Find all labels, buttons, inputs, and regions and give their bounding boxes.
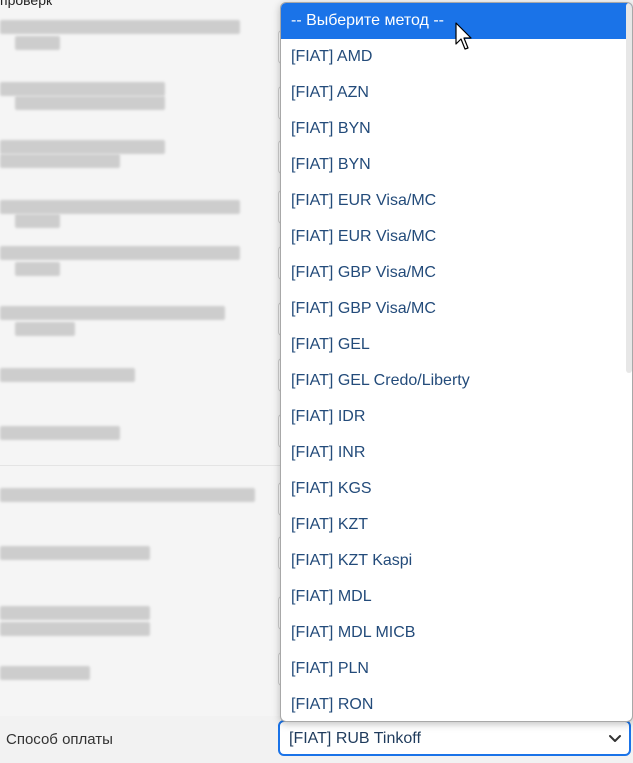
redacted-row (0, 366, 270, 402)
dropdown-option[interactable]: [FIAT] GEL Credo/Liberty (281, 363, 632, 399)
dropdown-option[interactable]: [FIAT] IDR (281, 399, 632, 435)
redacted-row (0, 486, 270, 522)
dropdown-option[interactable]: [FIAT] INR (281, 435, 632, 471)
dropdown-scrollbar[interactable] (626, 3, 632, 373)
redacted-row (0, 198, 270, 234)
redacted-row (0, 604, 270, 640)
dropdown-option[interactable]: [FIAT] KZT Kaspi (281, 543, 632, 579)
payment-method-dropdown[interactable]: -- Выберите метод -- [FIAT] AMD [FIAT] AZN… (280, 2, 633, 722)
dropdown-option[interactable]: [FIAT] AZN (281, 75, 632, 111)
dropdown-option[interactable]: [FIAT] RON (281, 687, 632, 721)
redacted-row (0, 244, 270, 280)
payment-method-label: Способ оплаты (6, 731, 113, 748)
dropdown-option[interactable]: [FIAT] KZT (281, 507, 632, 543)
dropdown-option[interactable]: [FIAT] PLN (281, 651, 632, 687)
redacted-row (0, 664, 270, 700)
redacted-row (0, 544, 270, 580)
chevron-down-icon (609, 735, 621, 742)
redacted-row (0, 80, 270, 116)
dropdown-option[interactable]: [FIAT] GBP Visa/MC (281, 291, 632, 327)
dropdown-option[interactable]: [FIAT] BYN (281, 147, 632, 183)
dropdown-option[interactable]: [FIAT] KGS (281, 471, 632, 507)
dropdown-option[interactable]: [FIAT] GBP Visa/MC (281, 255, 632, 291)
dropdown-option[interactable]: [FIAT] EUR Visa/MC (281, 219, 632, 255)
partial-label: проверк (0, 0, 53, 8)
dropdown-option[interactable]: [FIAT] MDL MICB (281, 615, 632, 651)
divider (0, 465, 290, 466)
dropdown-option[interactable]: [FIAT] EUR Visa/MC (281, 183, 632, 219)
mouse-cursor-icon (455, 22, 472, 50)
dropdown-option[interactable]: [FIAT] MDL (281, 579, 632, 615)
dropdown-option[interactable]: [FIAT] GEL (281, 327, 632, 363)
redacted-row (0, 138, 270, 174)
dropdown-option[interactable]: [FIAT] BYN (281, 111, 632, 147)
redacted-row (0, 18, 270, 54)
payment-method-value: [FIAT] RUB Tinkoff (289, 730, 421, 747)
redacted-row (0, 304, 270, 340)
payment-method-select[interactable]: [FIAT] RUB Tinkoff (278, 720, 631, 756)
dropdown-options: -- Выберите метод -- [FIAT] AMD [FIAT] AZN… (281, 3, 632, 721)
redacted-row (0, 424, 270, 460)
